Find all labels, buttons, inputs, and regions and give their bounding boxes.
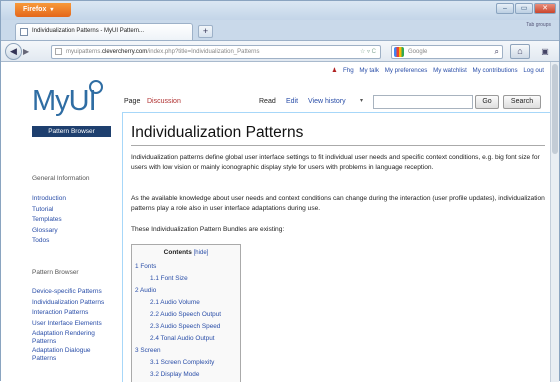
toc-item-audio-speech-output[interactable]: 2.2 Audio Speech Output bbox=[135, 309, 237, 321]
toc-item-display-mode[interactable]: 3.2 Display Mode bbox=[135, 369, 237, 381]
page-favicon-icon bbox=[20, 28, 28, 36]
go-button[interactable]: Go bbox=[475, 95, 499, 109]
log-out-link[interactable]: Log out bbox=[523, 67, 544, 74]
google-icon bbox=[394, 47, 404, 57]
intro-paragraph: Individualization patterns define global… bbox=[131, 154, 540, 172]
minimize-button[interactable]: – bbox=[496, 3, 514, 14]
home-button[interactable]: ⌂ bbox=[510, 44, 530, 59]
maximize-button[interactable]: ▭ bbox=[515, 3, 533, 14]
title-divider bbox=[131, 145, 545, 146]
toc-item-audio-volume[interactable]: 2.1 Audio Volume bbox=[135, 297, 237, 309]
page-viewport: ♟ Fhg My talk My preferences My watchlis… bbox=[1, 62, 550, 382]
tab-view-history[interactable]: View history bbox=[308, 98, 346, 105]
extension-icon: ▣ bbox=[541, 47, 549, 56]
pattern-browser-list: Device-specific Patterns Individualizati… bbox=[32, 287, 116, 364]
close-window-button[interactable]: ✕ bbox=[534, 3, 556, 14]
general-information-heading: General Information bbox=[32, 175, 90, 182]
user-link[interactable]: ♟ Fhg bbox=[332, 67, 354, 74]
search-engine-placeholder: Google bbox=[408, 49, 428, 55]
site-logo[interactable]: MyUI bbox=[32, 78, 116, 118]
home-icon: ⌂ bbox=[517, 46, 523, 56]
address-bar[interactable]: myuipatterns.clevercherry.com/index.php?… bbox=[51, 45, 381, 59]
sidebar-item-ui-elements[interactable]: User Interface Elements bbox=[32, 319, 116, 330]
my-contributions-link[interactable]: My contributions bbox=[473, 67, 518, 74]
sidebar-item-interaction[interactable]: Interaction Patterns bbox=[32, 308, 116, 319]
window-controls: – ▭ ✕ bbox=[496, 3, 556, 14]
adaptation-paragraph: As the available knowledge about user ne… bbox=[131, 195, 545, 213]
sidebar-item-device-specific[interactable]: Device-specific Patterns bbox=[32, 287, 116, 298]
navigation-bar: ◀ ▶ myuipatterns.clevercherry.com/index.… bbox=[1, 40, 559, 62]
toc-item-audio-speech-speed[interactable]: 2.3 Audio Speech Speed bbox=[135, 321, 237, 333]
article-content: Individualization Patterns Individualiza… bbox=[122, 112, 550, 382]
search-icon[interactable]: ⌕ bbox=[495, 46, 499, 58]
chevron-down-icon: ▾ bbox=[50, 7, 54, 13]
my-watchlist-link[interactable]: My watchlist bbox=[433, 67, 467, 74]
bookmark-reload-icons[interactable]: ☆ ▿ C bbox=[360, 46, 376, 58]
user-name: Fhg bbox=[342, 67, 354, 74]
toc-item-audio[interactable]: 2 Audio bbox=[135, 285, 237, 297]
sidebar-item-adaptation-dialogue[interactable]: Adaptation Dialogue Patterns bbox=[32, 347, 116, 362]
tab-discussion[interactable]: Discussion bbox=[147, 98, 181, 105]
toc-title: Contents [hide] bbox=[135, 249, 237, 256]
tab-bar: Individualization Patterns - MyUI Patter… bbox=[1, 20, 559, 40]
toc-item-tonal-audio-output[interactable]: 2.4 Tonal Audio Output bbox=[135, 333, 237, 345]
logo-text: MyUI bbox=[32, 85, 97, 117]
toc-item-screen-complexity[interactable]: 3.1 Screen Complexity bbox=[135, 357, 237, 369]
sidebar-item-individualization[interactable]: Individualization Patterns bbox=[32, 298, 116, 309]
toc-hide-toggle[interactable]: [hide] bbox=[194, 250, 209, 256]
tab-groups-button[interactable]: Tab groups bbox=[523, 22, 551, 32]
browser-window: Firefox ▾ – ▭ ✕ Individualization Pattern… bbox=[0, 0, 560, 382]
title-bar: Firefox ▾ – ▭ ✕ bbox=[1, 1, 559, 20]
forward-button[interactable]: ▶ bbox=[23, 46, 35, 57]
sidebar-item-templates[interactable]: Templates bbox=[32, 215, 66, 226]
back-arrow-icon: ◀ bbox=[10, 46, 17, 56]
tab-title: Individualization Patterns - MyUI Patter… bbox=[32, 28, 145, 34]
general-information-list: Introduction Tutorial Templates Glossary… bbox=[32, 194, 66, 247]
sidebar-item-todos[interactable]: Todos bbox=[32, 236, 66, 247]
scrollbar-thumb[interactable] bbox=[552, 64, 558, 154]
toc-item-fonts[interactable]: 1 Fonts bbox=[135, 261, 237, 273]
url-prefix: myuipatterns. bbox=[66, 49, 103, 55]
tab-page[interactable]: Page bbox=[124, 98, 140, 105]
toc-item-font-size[interactable]: 1.1 Font Size bbox=[135, 273, 237, 285]
site-identity-icon bbox=[55, 48, 62, 55]
url-path: /index.php?title=Individualization_Patte… bbox=[147, 49, 260, 55]
pattern-browser-heading: Pattern Browser bbox=[32, 269, 79, 276]
wiki-search-input[interactable] bbox=[373, 95, 473, 109]
sidebar-item-glossary[interactable]: Glossary bbox=[32, 226, 66, 237]
url-domain: clevercherry.com bbox=[102, 49, 148, 55]
table-of-contents: Contents [hide] 1 Fonts 1.1 Font Size 2 … bbox=[131, 244, 241, 382]
page-title: Individualization Patterns bbox=[131, 124, 304, 141]
bundles-paragraph: These Individualization Pattern Bundles … bbox=[131, 226, 285, 233]
sidebar-item-introduction[interactable]: Introduction bbox=[32, 194, 66, 205]
logo-ring-icon bbox=[89, 80, 103, 94]
browser-tab[interactable]: Individualization Patterns - MyUI Patter… bbox=[15, 23, 193, 40]
toc-heading: Contents bbox=[163, 249, 192, 256]
addon-bar-button[interactable]: ▣ bbox=[534, 44, 556, 59]
tab-read[interactable]: Read bbox=[259, 98, 276, 105]
personal-tools: ♟ Fhg My talk My preferences My watchlis… bbox=[328, 67, 544, 74]
firefox-menu-label: Firefox bbox=[23, 6, 47, 13]
back-button[interactable]: ◀ bbox=[5, 43, 22, 60]
more-actions-dropdown-icon[interactable]: ▾ bbox=[360, 97, 363, 104]
tab-edit[interactable]: Edit bbox=[286, 98, 298, 105]
search-button[interactable]: Search bbox=[503, 95, 541, 109]
search-engine-box[interactable]: Google ⌕ bbox=[391, 45, 503, 59]
vertical-scrollbar[interactable] bbox=[550, 62, 559, 382]
my-preferences-link[interactable]: My preferences bbox=[385, 67, 428, 74]
forward-arrow-icon: ▶ bbox=[23, 47, 30, 56]
pattern-browser-banner: Pattern Browser bbox=[32, 126, 111, 137]
my-talk-link[interactable]: My talk bbox=[359, 67, 379, 74]
toc-item-screen[interactable]: 3 Screen bbox=[135, 345, 237, 357]
sidebar-item-adaptation-rendering[interactable]: Adaptation Rendering Patterns bbox=[32, 330, 116, 345]
sidebar-item-tutorial[interactable]: Tutorial bbox=[32, 205, 66, 216]
new-tab-button[interactable]: + bbox=[198, 25, 213, 38]
firefox-menu-button[interactable]: Firefox ▾ bbox=[15, 3, 71, 17]
